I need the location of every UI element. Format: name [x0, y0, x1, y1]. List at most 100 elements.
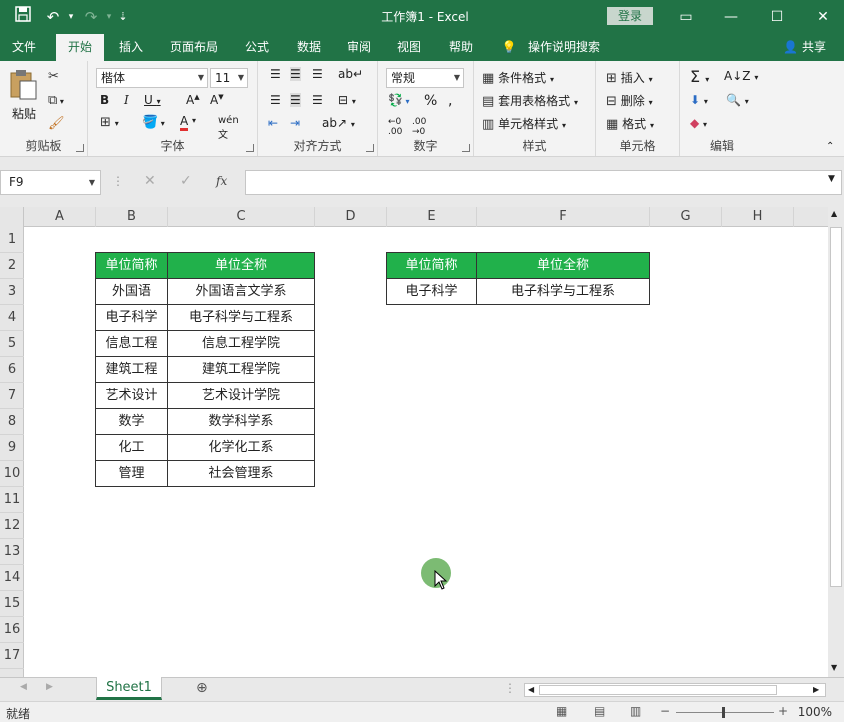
comma-style-icon[interactable]: ,: [448, 93, 452, 109]
paste-button[interactable]: [8, 69, 38, 104]
row-header[interactable]: 8: [0, 409, 24, 435]
table-header-cell[interactable]: 单位全称: [168, 253, 315, 279]
tab-help[interactable]: 帮助: [438, 34, 484, 61]
column-header-e[interactable]: E: [387, 207, 477, 227]
table-cell[interactable]: 艺术设计: [96, 383, 168, 409]
alignment-launcher-icon[interactable]: [366, 144, 374, 152]
column-header-g[interactable]: G: [650, 207, 722, 227]
row-header[interactable]: 1: [0, 227, 24, 253]
vertical-scrollbar[interactable]: ▲ ▼: [828, 207, 844, 677]
tell-me-search[interactable]: 操作说明搜索: [524, 34, 604, 61]
align-middle-icon[interactable]: ☰: [290, 67, 301, 81]
find-select-icon[interactable]: 🔍 ▾: [726, 93, 749, 107]
row-header[interactable]: 9: [0, 435, 24, 461]
row-header[interactable]: 2: [0, 253, 24, 279]
select-all-corner[interactable]: [0, 207, 24, 227]
fill-color-icon[interactable]: 🪣 ▾: [142, 115, 165, 130]
increase-font-icon[interactable]: A▲: [186, 93, 200, 107]
row-header[interactable]: 12: [0, 513, 24, 539]
next-sheet-icon[interactable]: ▶: [46, 682, 53, 692]
column-header-d[interactable]: D: [315, 207, 387, 227]
table-cell[interactable]: 信息工程学院: [168, 331, 315, 357]
table-cell[interactable]: 社会管理系: [168, 461, 315, 487]
borders-icon[interactable]: ⊞ ▾: [100, 115, 119, 130]
table-header-cell[interactable]: 单位简称: [387, 253, 477, 279]
horizontal-scrollbar[interactable]: ◀ ▶: [524, 683, 826, 697]
accounting-format-icon[interactable]: 💱 ▾: [388, 93, 410, 107]
worksheet-grid[interactable]: A B C D E F G H 1 2 3 4 5 6 7 8 9 10 11 …: [0, 207, 828, 677]
table-cell[interactable]: 化学化工系: [168, 435, 315, 461]
collapse-ribbon-icon[interactable]: ⌃: [826, 141, 834, 152]
sheet-tab-active[interactable]: Sheet1: [96, 677, 162, 700]
undo-dropdown-icon[interactable]: ▾: [60, 6, 82, 28]
align-top-icon[interactable]: ☰: [270, 67, 281, 81]
cut-icon[interactable]: ✂: [48, 69, 59, 84]
table-cell[interactable]: 电子科学与工程系: [477, 279, 650, 305]
underline-icon[interactable]: U ▾: [144, 93, 161, 107]
row-header[interactable]: 3: [0, 279, 24, 305]
column-header-c[interactable]: C: [168, 207, 315, 227]
horizontal-scroll-thumb[interactable]: [539, 685, 777, 695]
italic-icon[interactable]: I: [124, 93, 129, 107]
font-color-icon[interactable]: A: [180, 115, 189, 131]
row-header[interactable]: 15: [0, 591, 24, 617]
bold-icon[interactable]: B: [100, 93, 109, 107]
column-header-b[interactable]: B: [96, 207, 168, 227]
formula-input[interactable]: [245, 170, 842, 195]
tab-review[interactable]: 审阅: [336, 34, 382, 61]
table-cell[interactable]: 建筑工程学院: [168, 357, 315, 383]
insert-cells-button[interactable]: ⊞ 插入 ▾: [606, 69, 653, 86]
row-header[interactable]: 5: [0, 331, 24, 357]
split-handle-icon[interactable]: ⋮: [504, 681, 516, 695]
tab-view[interactable]: 视图: [386, 34, 432, 61]
column-header-f[interactable]: F: [477, 207, 650, 227]
autosum-icon[interactable]: Σ ▾: [690, 67, 709, 86]
row-header[interactable]: 6: [0, 357, 24, 383]
clipboard-launcher-icon[interactable]: [76, 144, 84, 152]
cancel-icon[interactable]: ✕: [144, 173, 156, 189]
copy-icon[interactable]: ⧉ ▾: [48, 93, 64, 108]
row-header[interactable]: 16: [0, 617, 24, 643]
enter-icon[interactable]: ✓: [180, 173, 192, 189]
decrease-font-icon[interactable]: A▼: [210, 93, 224, 107]
conditional-formatting-button[interactable]: ▦ 条件格式 ▾: [482, 69, 554, 86]
number-format-dropdown[interactable]: 常规 ▼: [386, 68, 464, 88]
format-as-table-button[interactable]: ▤ 套用表格格式 ▾: [482, 92, 578, 109]
format-painter-icon[interactable]: 🖌: [48, 116, 65, 131]
table-cell[interactable]: 数学科学系: [168, 409, 315, 435]
tab-file[interactable]: 文件: [0, 34, 48, 61]
table-cell[interactable]: 建筑工程: [96, 357, 168, 383]
align-left-icon[interactable]: ☰: [270, 93, 281, 107]
minimize-icon[interactable]: —: [716, 6, 746, 28]
zoom-slider-thumb[interactable]: [722, 707, 725, 718]
percent-icon[interactable]: %: [424, 93, 437, 109]
scroll-left-icon[interactable]: ◀: [528, 685, 534, 694]
table-cell[interactable]: 外国语言文学系: [168, 279, 315, 305]
increase-indent-icon[interactable]: ⇥: [290, 116, 300, 130]
scroll-right-icon[interactable]: ▶: [813, 685, 819, 694]
prev-sheet-icon[interactable]: ◀: [20, 682, 27, 692]
row-header[interactable]: 4: [0, 305, 24, 331]
font-color-dropdown-icon[interactable]: ▾: [192, 116, 196, 125]
table-cell[interactable]: 外国语: [96, 279, 168, 305]
clear-icon[interactable]: ◆ ▾: [690, 116, 707, 130]
row-header[interactable]: 7: [0, 383, 24, 409]
add-sheet-icon[interactable]: ⊕: [196, 680, 208, 696]
font-size-dropdown[interactable]: 11 ▼: [210, 68, 248, 88]
table-cell[interactable]: 电子科学: [96, 305, 168, 331]
row-header[interactable]: 10: [0, 461, 24, 487]
tab-data[interactable]: 数据: [286, 34, 332, 61]
font-launcher-icon[interactable]: [246, 144, 254, 152]
row-header[interactable]: 17: [0, 643, 24, 669]
wrap-text-icon[interactable]: ab↵: [338, 67, 363, 81]
increase-decimal-icon[interactable]: ←0.00: [388, 117, 402, 137]
zoom-in-icon[interactable]: +: [778, 704, 788, 718]
scroll-down-icon[interactable]: ▼: [831, 663, 837, 672]
font-name-dropdown[interactable]: 楷体 ▼: [96, 68, 208, 88]
ribbon-display-options-icon[interactable]: ▭: [671, 6, 701, 28]
customize-quick-access-icon[interactable]: ⇣: [112, 6, 134, 28]
align-right-icon[interactable]: ☰: [312, 93, 323, 107]
save-icon[interactable]: [12, 6, 34, 28]
merge-center-icon[interactable]: ⊟ ▾: [338, 93, 356, 107]
table-cell[interactable]: 电子科学: [387, 279, 477, 305]
